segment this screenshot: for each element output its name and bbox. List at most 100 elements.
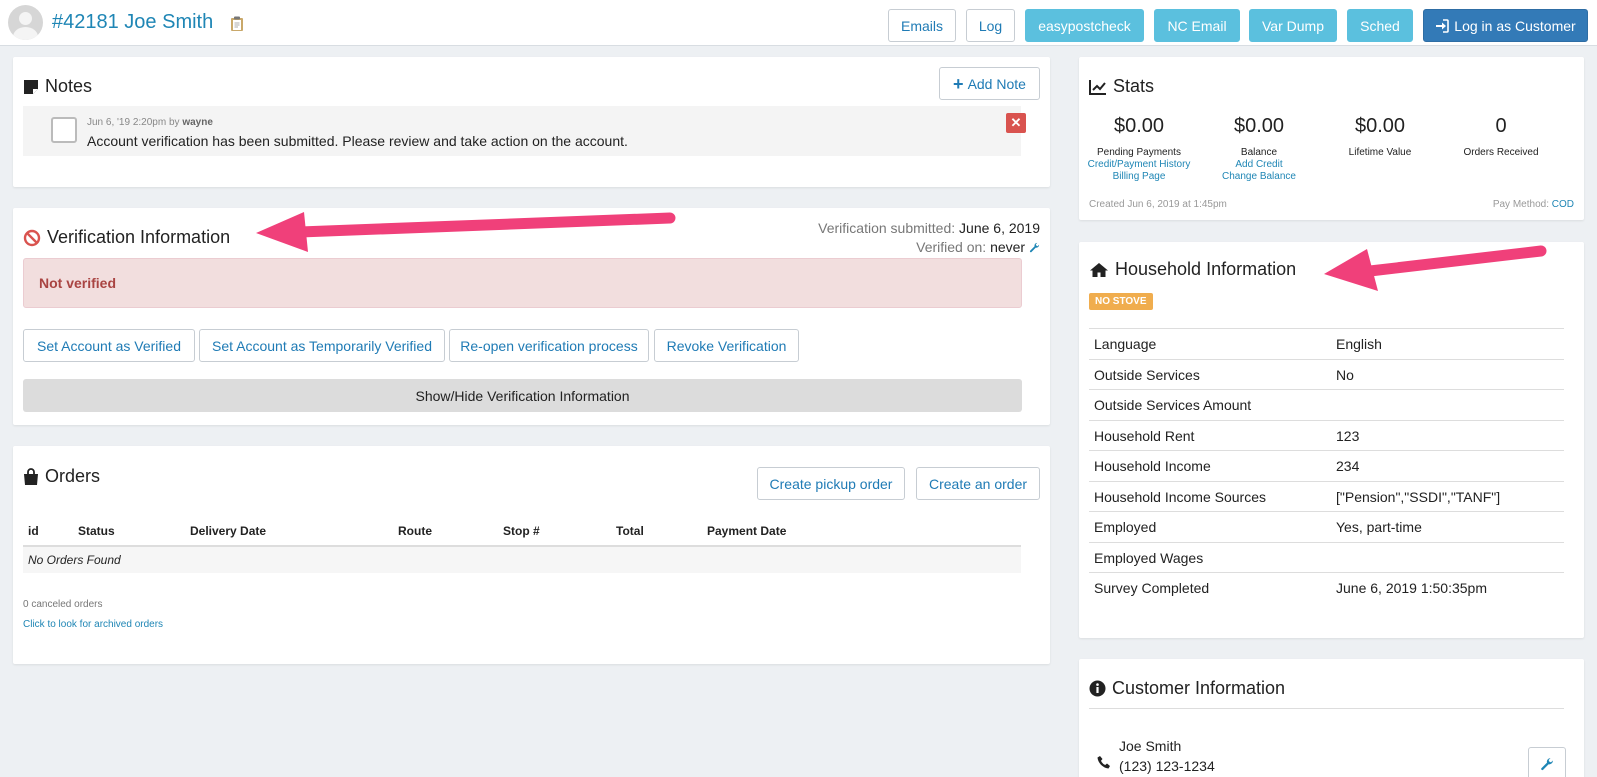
create-order-button[interactable]: Create an order	[916, 467, 1040, 500]
col-id[interactable]: id	[28, 524, 39, 538]
change-balance-link[interactable]: Change Balance	[1199, 171, 1319, 183]
var-dump-button[interactable]: Var Dump	[1249, 9, 1337, 42]
home-icon	[1090, 262, 1108, 277]
add-note-label: Add Note	[967, 75, 1026, 92]
notes-title: Notes	[23, 76, 92, 97]
notes-title-label: Notes	[45, 76, 93, 96]
create-pickup-order-button[interactable]: Create pickup order	[757, 467, 905, 500]
stat-value: $0.00	[1354, 115, 1406, 137]
shopping-bag-icon	[24, 467, 38, 485]
row-value: June 6, 2019 1:50:35pm	[1336, 580, 1488, 596]
delete-note-button[interactable]: ✕	[1006, 113, 1026, 133]
row-value: Yes, part-time	[1336, 519, 1422, 535]
wrench-icon	[1541, 757, 1553, 770]
customer-phone: (123) 123-1234	[1119, 758, 1215, 774]
reopen-verification-button[interactable]: Re-open verification process	[449, 329, 649, 362]
stat-label: Balance	[1240, 147, 1278, 158]
set-temp-verified-button[interactable]: Set Account as Temporarily Verified	[199, 329, 445, 362]
edit-customer-button[interactable]	[1528, 747, 1566, 777]
row-key: Employed Wages	[1094, 549, 1204, 566]
log-button[interactable]: Log	[966, 9, 1015, 42]
row-key: Household Income Sources	[1094, 488, 1266, 505]
no-orders-row: No Orders Found	[23, 547, 1021, 573]
household-title-label: Household Information	[1115, 259, 1297, 279]
stat-value: $0.00	[1233, 115, 1285, 137]
row-value: English	[1336, 336, 1382, 352]
orders-table-header: id Status Delivery Date Route Stop # Tot…	[23, 517, 1021, 547]
verified-on-value: never	[990, 239, 1026, 255]
col-total[interactable]: Total	[616, 524, 644, 538]
wrench-icon[interactable]	[1029, 242, 1040, 253]
row-value: No	[1336, 366, 1354, 383]
notes-panel: Notes + Add Note Jun 6, '19 2:20pm by wa…	[13, 57, 1050, 187]
plus-icon: +	[953, 73, 964, 94]
stat-pending-payments: $0.00 Pending Payments Credit/Payment Hi…	[1079, 115, 1199, 183]
line-chart-icon	[1089, 79, 1106, 95]
col-stop[interactable]: Stop #	[503, 524, 540, 538]
canceled-orders-count: 0 canceled orders	[23, 599, 103, 610]
customer-name: Joe Smith	[1119, 738, 1182, 754]
table-row: Language English	[1089, 328, 1564, 359]
easypostcheck-button[interactable]: easypostcheck	[1025, 9, 1144, 42]
top-bar: #42181 Joe Smith Emails Log easypostchec…	[0, 0, 1597, 46]
stat-value: $0.00	[1113, 115, 1165, 137]
billing-page-link[interactable]: Billing Page	[1079, 171, 1199, 183]
clipboard-icon[interactable]	[230, 16, 244, 31]
sticky-note-icon	[24, 79, 38, 94]
row-key: Survey Completed	[1094, 580, 1210, 596]
customer-panel: Customer Information Joe Smith (123) 123…	[1079, 659, 1584, 777]
phone-icon	[1097, 756, 1110, 769]
login-as-customer-label: Log in as Customer	[1454, 17, 1576, 34]
table-row: Outside Services Amount	[1089, 389, 1564, 420]
pay-method: Pay Method: COD	[1493, 199, 1574, 210]
pay-method-value[interactable]: COD	[1552, 199, 1574, 210]
row-key: Household Income	[1094, 458, 1211, 474]
row-key: Outside Services Amount	[1094, 397, 1252, 413]
avatar[interactable]	[8, 5, 43, 40]
table-row: Household Income 234	[1089, 450, 1564, 481]
toggle-verification-info-button[interactable]: Show/Hide Verification Information	[23, 379, 1022, 412]
stat-label: Pending Payments	[1097, 147, 1181, 158]
nc-email-button[interactable]: NC Email	[1154, 9, 1240, 42]
emails-button[interactable]: Emails	[888, 9, 956, 42]
sched-button[interactable]: Sched	[1347, 9, 1413, 42]
table-row: Employed Wages	[1089, 541, 1564, 573]
customer-title-row: Customer Information	[1089, 678, 1285, 699]
verification-panel: Verification Information Verification su…	[13, 208, 1050, 425]
stats-title: Stats	[1089, 76, 1154, 97]
note-checkbox[interactable]	[51, 117, 77, 143]
verified-on-label: Verified on:	[916, 239, 987, 255]
note-author: wayne	[182, 117, 213, 128]
col-delivery-date[interactable]: Delivery Date	[190, 524, 266, 538]
customer-contact: Joe Smith (123) 123-1234	[1119, 736, 1215, 776]
orders-panel: Orders Create pickup order Create an ord…	[13, 446, 1050, 664]
table-row: Employed Yes, part-time	[1089, 511, 1564, 542]
customer-title[interactable]: #42181 Joe Smith	[52, 11, 213, 34]
row-key: Outside Services	[1094, 366, 1200, 383]
credit-payment-history-link[interactable]: Credit/Payment History	[1079, 159, 1199, 171]
archived-orders-link[interactable]: Click to look for archived orders	[23, 619, 163, 630]
row-key: Employed	[1094, 519, 1157, 535]
stat-lifetime-value: $0.00 Lifetime Value	[1320, 115, 1440, 159]
household-table: Language English Outside Services No Outsi…	[1089, 328, 1564, 603]
verification-dates: Verification submitted: June 6, 2019 Ver…	[818, 219, 1040, 257]
note-item: Jun 6, '19 2:20pm by wayne Account verif…	[23, 106, 1026, 156]
row-value: 234	[1336, 458, 1360, 474]
revoke-verification-button[interactable]: Revoke Verification	[654, 329, 799, 362]
orders-title-label: Orders	[45, 466, 101, 486]
add-credit-link[interactable]: Add Credit	[1199, 159, 1319, 171]
stat-label: Lifetime Value	[1348, 147, 1412, 158]
col-route[interactable]: Route	[398, 524, 432, 538]
set-verified-button[interactable]: Set Account as Verified	[23, 329, 195, 362]
add-note-button[interactable]: + Add Note	[939, 67, 1040, 100]
household-title: Household Information	[1089, 259, 1296, 280]
sign-in-icon	[1436, 18, 1450, 33]
row-value: ["Pension","SSDI","TANF"]	[1336, 488, 1501, 505]
verification-submitted-value: June 6, 2019	[959, 220, 1040, 236]
info-circle-icon	[1089, 680, 1106, 697]
ban-icon	[23, 229, 41, 246]
col-payment-date[interactable]: Payment Date	[707, 524, 786, 538]
col-status[interactable]: Status	[78, 524, 115, 538]
divider	[1089, 708, 1564, 709]
login-as-customer-button[interactable]: Log in as Customer	[1423, 9, 1588, 42]
